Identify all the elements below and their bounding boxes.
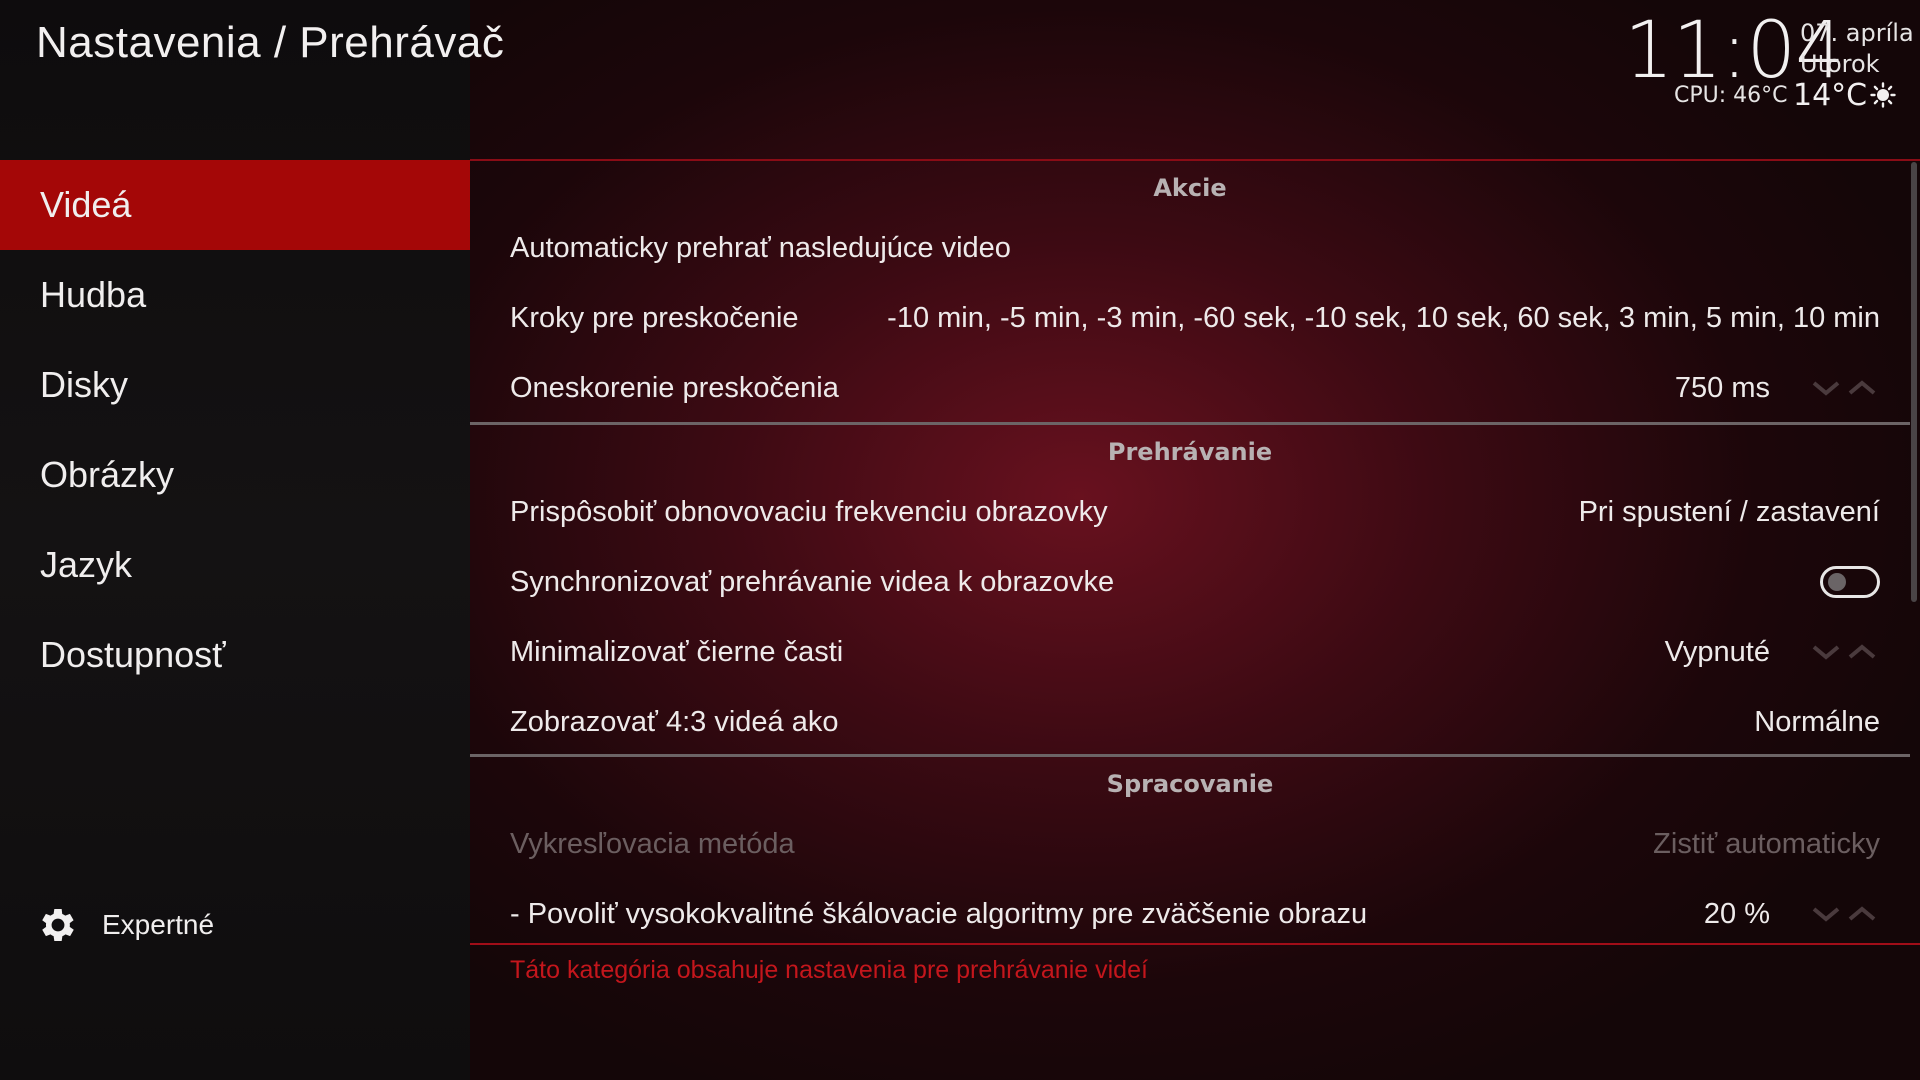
sync-toggle[interactable] [1820,566,1880,598]
setting-value: -10 min, -5 min, -3 min, -60 sek, -10 se… [887,301,1880,334]
clock-weekday: Utorok [1800,50,1880,78]
setting-label: - Povoliť vysokokvalitné škálovacie algo… [510,897,1368,930]
setting-render-method: Vykresľovacia metóda Zistiť automaticky [510,814,1880,874]
setting-label: Minimalizovať čierne časti [510,635,844,668]
setting-skip-steps[interactable]: Kroky pre preskočenie -10 min, -5 min, -… [510,288,1880,348]
category-item-disky[interactable]: Disky [0,340,470,430]
setting-value: Pri spustení / zastavení [1578,495,1880,528]
setting-value: Vypnuté [1664,635,1770,668]
setting-aspect-43[interactable]: Zobrazovať 4:3 videá ako Normálne [510,692,1880,752]
list-bottom-divider [470,943,1920,945]
section-header-prehravanie: Prehrávanie [1107,438,1273,466]
setting-label: Kroky pre preskočenie [510,301,799,334]
setting-refresh-rate[interactable]: Prispôsobiť obnovovaciu frekvenciu obraz… [510,482,1880,542]
settings-level-label: Expertné [102,909,215,940]
setting-upscaling[interactable]: - Povoliť vysokokvalitné škálovacie algo… [510,884,1880,944]
setting-label: Automaticky prehrať nasledujúce video [510,231,1011,264]
setting-label: Synchronizovať prehrávanie videa k obraz… [510,565,1115,598]
cpu-temperature: CPU: 46°C [1674,83,1788,108]
gear-icon [42,909,74,941]
category-item-dostupnost[interactable]: Dostupnosť [0,610,470,700]
setting-skip-delay[interactable]: Oneskorenie preskočenia 750 ms [510,358,1880,418]
setting-label: Prispôsobiť obnovovaciu frekvenciu obraz… [510,495,1108,528]
section-header-akcie: Akcie [1153,174,1227,202]
setting-label: Oneskorenie preskočenia [510,371,839,404]
setting-label: Zobrazovať 4:3 videá ako [510,705,839,738]
setting-sync-playback[interactable]: Synchronizovať prehrávanie videa k obraz… [510,552,1880,612]
toggle-knob [1828,573,1846,591]
clock-date: 07. apríla [1800,19,1914,47]
category-item-obrazky[interactable]: Obrázky [0,430,470,520]
setting-value: 750 ms [1674,371,1770,404]
setting-value: Zistiť automaticky [1653,827,1880,860]
settings-scrollbar[interactable] [1911,162,1917,602]
sun-icon [1870,82,1896,108]
setting-black-bars[interactable]: Minimalizovať čierne časti Vypnuté [510,622,1880,682]
setting-label: Vykresľovacia metóda [510,827,795,860]
section-separator [470,754,1910,757]
list-top-divider [470,159,1920,161]
setting-value: 20 % [1703,897,1770,930]
section-separator [470,422,1910,425]
page-title: Nastavenia / Prehrávač [36,18,505,67]
category-description: Táto kategória obsahuje nastavenia pre p… [510,956,1148,984]
category-item-jazyk[interactable]: Jazyk [0,520,470,610]
section-header-spracovanie: Spracovanie [1106,770,1274,798]
spinner-arrows-icon[interactable] [1810,902,1880,926]
spinner-arrows-icon[interactable] [1810,640,1880,664]
weather-temperature: 14°C [1793,78,1868,113]
settings-level-button[interactable]: Expertné [36,900,214,950]
category-item-hudba[interactable]: Hudba [0,250,470,340]
setting-autoplay-next[interactable]: Automaticky prehrať nasledujúce video [510,218,1880,278]
setting-value: Normálne [1754,705,1880,738]
category-item-videa[interactable]: Videá [0,160,470,250]
spinner-arrows-icon[interactable] [1810,376,1880,400]
category-list: Videá Hudba Disky Obrázky Jazyk Dostupno… [0,160,470,700]
